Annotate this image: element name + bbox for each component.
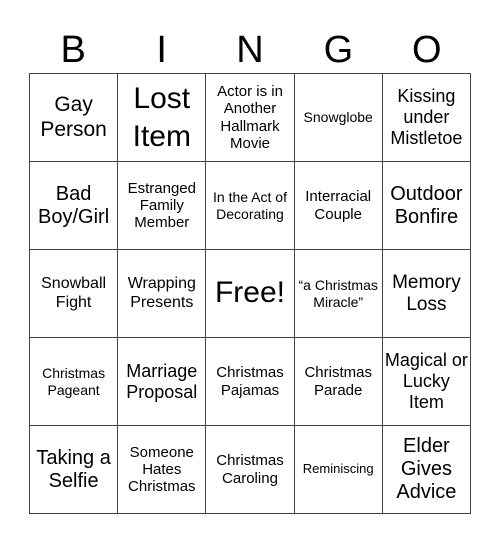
header-letter-g: G <box>323 29 354 71</box>
bingo-cell[interactable]: Elder Gives Advice <box>382 426 471 514</box>
cell-text: Snowglobe <box>303 109 373 126</box>
bingo-cell[interactable]: Outdoor Bonfire <box>382 162 471 250</box>
cell-text: Wrapping Presents <box>127 275 196 311</box>
bingo-cell[interactable]: Gay Person <box>30 74 119 162</box>
header-letter-b: B <box>60 29 86 71</box>
header-letter-i: I <box>156 29 167 71</box>
bingo-cell[interactable]: Wrapping Presents <box>118 250 207 338</box>
cell-text: Snowball Fight <box>41 275 107 311</box>
cell-text: Elder Gives Advice <box>396 435 457 503</box>
bingo-card: Gay Person Lost Item Actor is in Another… <box>29 73 471 514</box>
free-space-cell[interactable]: Free! <box>206 250 295 338</box>
cell-text: Actor is in Another Hallmark Movie <box>217 83 283 152</box>
cell-text: Bad Boy/Girl <box>38 182 110 228</box>
cell-text: “a Christmas Miracle” <box>298 277 378 310</box>
bingo-cell[interactable]: Estranged Family Member <box>118 162 207 250</box>
cell-text: Magical or Lucky Item <box>384 350 468 412</box>
bingo-cell[interactable]: Reminiscing <box>294 426 383 514</box>
bingo-cell[interactable]: Snowball Fight <box>30 250 119 338</box>
cell-text: Reminiscing <box>302 461 374 477</box>
header-letter-n: N <box>236 29 264 71</box>
bingo-cell[interactable]: In the Act of Decorating <box>206 162 295 250</box>
cell-text: In the Act of Decorating <box>213 189 287 222</box>
bingo-cell[interactable]: Memory Loss <box>382 250 471 338</box>
bingo-cell[interactable]: Christmas Caroling <box>206 426 295 514</box>
cell-text: Christmas Parade <box>304 364 372 399</box>
cell-text: Kissing under Mistletoe <box>390 86 463 148</box>
header-letter-o: O <box>412 29 442 71</box>
cell-text: Estranged Family Member <box>127 179 196 232</box>
cell-text: Outdoor Bonfire <box>390 182 463 228</box>
bingo-cell[interactable]: Christmas Pajamas <box>206 338 295 426</box>
cell-text: Marriage Proposal <box>126 360 198 402</box>
cell-text: Memory Loss <box>392 271 461 315</box>
bingo-cell[interactable]: Taking a Selfie <box>30 426 119 514</box>
cell-text: Christmas Pageant <box>42 365 106 398</box>
cell-text: Lost Item <box>132 82 191 153</box>
cell-text: Christmas Caroling <box>216 452 284 487</box>
free-space-text: Free! <box>214 276 285 310</box>
bingo-cell[interactable]: Magical or Lucky Item <box>382 338 471 426</box>
bingo-header: B I N G O <box>29 28 471 72</box>
cell-text: Christmas Pajamas <box>216 364 284 399</box>
bingo-cell[interactable]: Actor is in Another Hallmark Movie <box>206 74 295 162</box>
bingo-cell[interactable]: Bad Boy/Girl <box>30 162 119 250</box>
cell-text: Gay Person <box>40 93 107 141</box>
bingo-cell[interactable]: Someone Hates Christmas <box>118 426 207 514</box>
bingo-cell[interactable]: “a Christmas Miracle” <box>294 250 383 338</box>
bingo-cell[interactable]: Snowglobe <box>294 74 383 162</box>
bingo-cell[interactable]: Lost Item <box>118 74 207 162</box>
bingo-cell[interactable]: Christmas Pageant <box>30 338 119 426</box>
cell-text: Taking a Selfie <box>36 446 111 492</box>
cell-text: Someone Hates Christmas <box>128 443 196 496</box>
bingo-cell[interactable]: Interracial Couple <box>294 162 383 250</box>
cell-text: Interracial Couple <box>305 188 372 223</box>
bingo-cell[interactable]: Kissing under Mistletoe <box>382 74 471 162</box>
bingo-cell[interactable]: Marriage Proposal <box>118 338 207 426</box>
bingo-cell[interactable]: Christmas Parade <box>294 338 383 426</box>
